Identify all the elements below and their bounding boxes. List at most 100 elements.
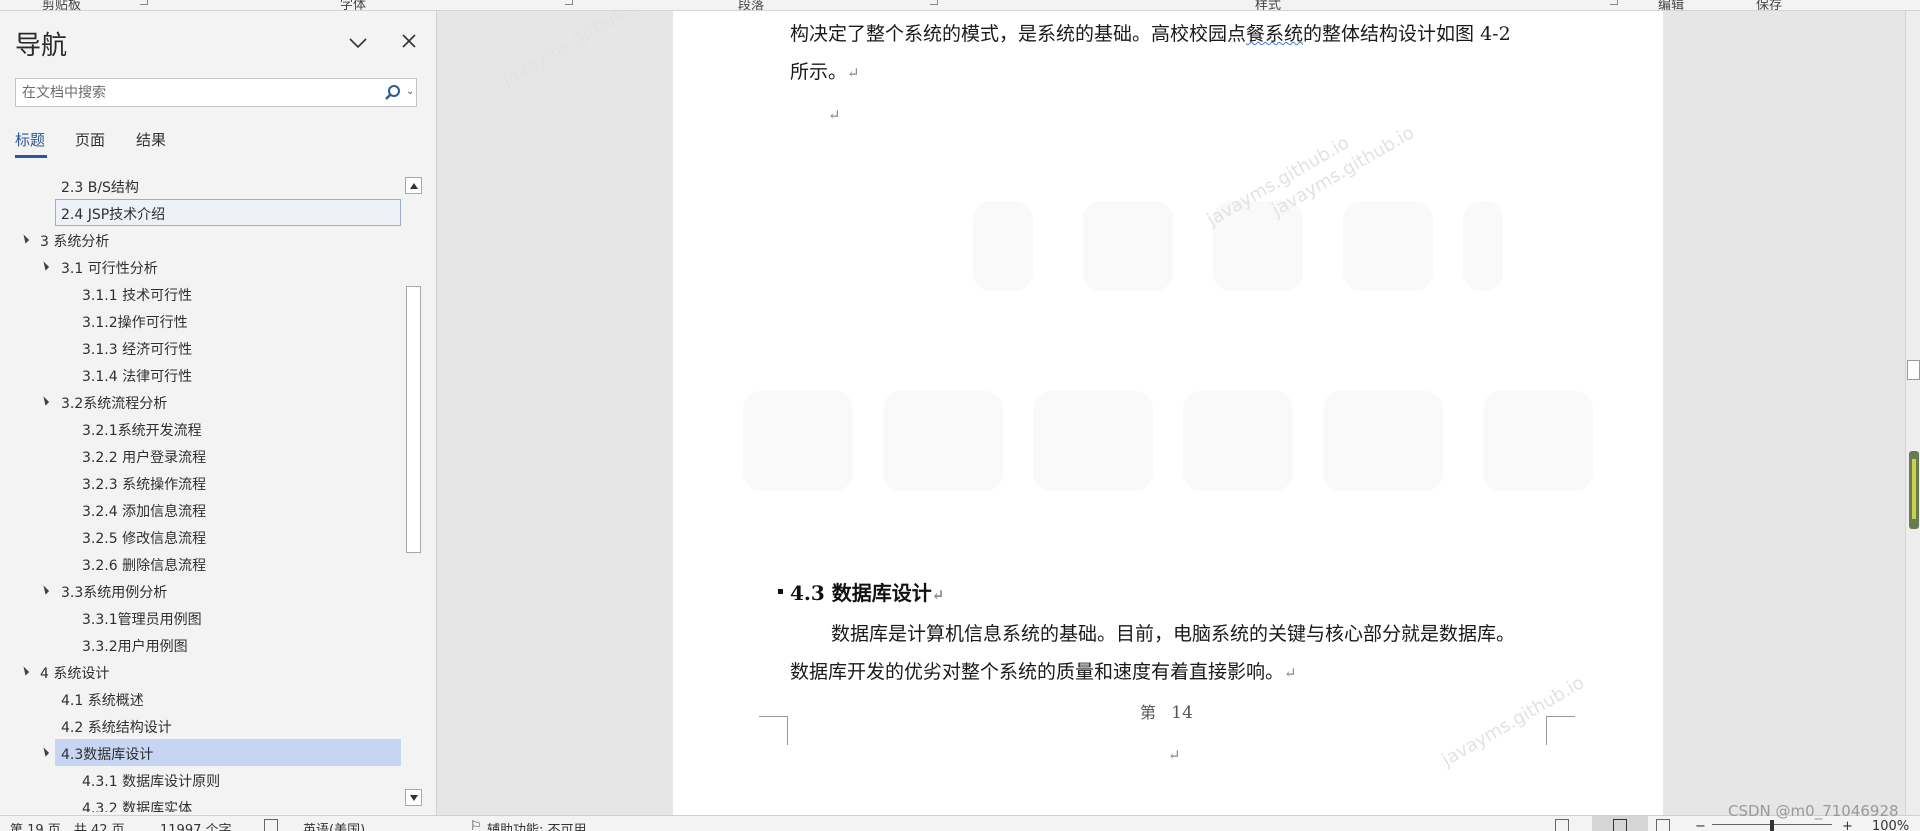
tab-pages[interactable]: 页面 (75, 129, 105, 150)
tree-item[interactable]: 3.2系统流程分析 (0, 388, 404, 415)
paragraph-line: 数据库是计算机信息系统的基础。目前，电脑系统的关键与核心部分就是数据库。 (831, 623, 1516, 645)
tree-item-label: 3.2.2 用户登录流程 (82, 450, 207, 466)
tree-item-label: 3.2.3 系统操作流程 (82, 477, 207, 493)
tree-item[interactable]: 3 系统分析 (0, 226, 404, 253)
print-layout-button[interactable] (1592, 816, 1648, 831)
watermark: javayms.github.io (498, 11, 648, 91)
empty-paragraph: ↵ (828, 103, 841, 125)
tree-item-label: 3.3系统用例分析 (61, 585, 168, 601)
ribbon-group-save: 保存 (1756, 0, 1783, 11)
tree-item-label: 4.3.2 数据库实体 (82, 801, 193, 812)
paragraph-mark: ↵ (931, 586, 945, 604)
tree-item-label: 3.1.1 技术可行性 (82, 288, 193, 304)
navigation-scroll-thumb[interactable] (406, 286, 421, 553)
scroll-up-icon[interactable] (405, 177, 422, 194)
tree-item[interactable]: 3.2.5 修改信息流程 (0, 523, 404, 550)
styles-launcher-icon[interactable] (1610, 0, 1618, 5)
ribbon-group-paragraph: 段落 (738, 0, 765, 11)
search-options-chevron-icon[interactable]: ⌄ (406, 86, 416, 100)
tree-item[interactable]: 2.3 B/S结构 (0, 172, 404, 199)
document-scrollbar[interactable] (1905, 11, 1920, 815)
tree-item-label: 3.1.4 法律可行性 (82, 369, 193, 385)
page-number-footer: 第 14 (1140, 703, 1193, 723)
tab-results[interactable]: 结果 (136, 129, 166, 150)
spelling-flagged-word[interactable]: 餐系统 (1246, 23, 1303, 45)
tree-item[interactable]: 3.3.1管理员用例图 (0, 604, 404, 631)
tree-item-label: 3.2.6 删除信息流程 (82, 558, 207, 574)
tree-item[interactable]: 4 系统设计 (0, 658, 404, 685)
tree-item[interactable]: 3.3系统用例分析 (0, 577, 404, 604)
read-mode-icon[interactable] (1555, 819, 1569, 831)
tab-headings[interactable]: 标题 (15, 129, 45, 150)
csdn-credit: CSDN @m0_71046928 (1728, 802, 1899, 820)
tree-item-label: 2.4 JSP技术介绍 (61, 207, 166, 223)
search-icon[interactable] (384, 84, 402, 102)
word-count-status[interactable]: 11997 个字 (160, 819, 232, 831)
zoom-level[interactable]: 100% (1872, 819, 1909, 831)
tree-item-label: 3.3.2用户用例图 (82, 639, 188, 655)
tree-item[interactable]: 4.2 系统结构设计 (0, 712, 404, 739)
paragraph-mark: ↵ (847, 64, 860, 82)
paragraph-launcher-icon[interactable] (930, 0, 938, 5)
section-heading[interactable]: 4.3 数据库设计↵ (778, 577, 944, 606)
tree-item[interactable]: 4.1 系统概述 (0, 685, 404, 712)
expand-triangle-icon[interactable] (39, 747, 50, 757)
page-count-status[interactable]: 第 19 页，共 42 页 (10, 819, 125, 831)
tree-item[interactable]: 3.1.1 技术可行性 (0, 280, 404, 307)
zoom-slider-knob[interactable] (1770, 820, 1774, 831)
tree-item-label: 3.1.2操作可行性 (82, 315, 188, 331)
tree-item[interactable]: 4.3.1 数据库设计原则 (0, 766, 404, 793)
figure-4-2-image[interactable]: javayms.github.io (743, 122, 1593, 511)
navigation-scrollbar[interactable] (405, 175, 422, 809)
tree-item[interactable]: 3.1.2操作可行性 (0, 307, 404, 334)
tree-item[interactable]: 3.3.2用户用例图 (0, 631, 404, 658)
paragraph-mark: ↵ (1284, 664, 1297, 682)
paragraph-mark: ↵ (1168, 746, 1181, 764)
zoom-in-icon[interactable]: + (1842, 819, 1853, 831)
tree-item[interactable]: 3.1 可行性分析 (0, 253, 404, 280)
web-layout-icon[interactable] (1656, 819, 1670, 831)
crop-mark-left (759, 716, 788, 745)
document-page[interactable]: 构决定了整个系统的模式，是系统的基础。高校校园点餐系统的整体结构设计如图 4-2… (673, 11, 1663, 815)
tree-item-label: 3.2.5 修改信息流程 (82, 531, 207, 547)
accessibility-status[interactable]: 辅助功能: 不可用 (487, 819, 587, 831)
clipboard-launcher-icon[interactable] (140, 0, 148, 5)
tree-item-label: 4.2 系统结构设计 (61, 720, 172, 736)
ribbon-group-clipboard: 剪贴板 (42, 0, 82, 11)
paragraph-line: 数据库开发的优劣对整个系统的质量和速度有着直接影响。↵ (790, 661, 1297, 683)
scroll-down-icon[interactable] (405, 789, 422, 806)
tree-item[interactable]: 3.1.3 经济可行性 (0, 334, 404, 361)
tree-item[interactable]: 3.2.2 用户登录流程 (0, 442, 404, 469)
tree-item[interactable]: 4.3.2 数据库实体 (0, 793, 404, 812)
font-launcher-icon[interactable] (565, 0, 573, 5)
accessibility-icon[interactable]: ⚐ (470, 819, 482, 831)
tree-item-label: 4.3数据库设计 (61, 747, 154, 763)
language-status[interactable]: 英语(美国) (303, 819, 365, 831)
ribbon-group-editing: 编辑 (1658, 0, 1685, 11)
expand-triangle-icon[interactable] (39, 396, 50, 406)
expand-triangle-icon[interactable] (39, 261, 50, 271)
tree-item[interactable]: 3.1.4 法律可行性 (0, 361, 404, 388)
proofing-icon[interactable] (264, 819, 278, 831)
navigation-pane: 导航 ⌄ 标题 页面 结果 2.3 B/S结构 2.4 JSP技术介绍 3 系统分析… (0, 11, 437, 815)
expand-triangle-icon[interactable] (19, 234, 30, 244)
scroll-widget-icon[interactable] (1909, 451, 1919, 529)
expand-triangle-icon[interactable] (19, 666, 30, 676)
close-icon[interactable] (397, 29, 421, 53)
expand-triangle-icon[interactable] (39, 585, 50, 595)
ribbon-group-font: 字体 (340, 0, 367, 11)
tree-item[interactable]: 3.2.1系统开发流程 (0, 415, 404, 442)
tree-item[interactable]: 3.2.6 删除信息流程 (0, 550, 404, 577)
tree-item-label: 3.2.4 添加信息流程 (82, 504, 207, 520)
tree-item[interactable]: 2.4 JSP技术介绍 (0, 199, 404, 226)
ribbon-group-labels: 剪贴板 字体 段落 样式 编辑 保存 (0, 0, 1920, 11)
search-box: ⌄ (15, 78, 417, 107)
tree-item[interactable]: 3.2.3 系统操作流程 (0, 469, 404, 496)
tree-item[interactable]: 4.3数据库设计 (0, 739, 404, 766)
document-scroll-thumb[interactable] (1907, 360, 1920, 380)
zoom-out-icon[interactable]: − (1695, 819, 1706, 831)
tree-item-label: 3.1.3 经济可行性 (82, 342, 193, 358)
chevron-down-icon[interactable] (346, 31, 370, 55)
search-input[interactable] (22, 83, 372, 103)
tree-item[interactable]: 3.2.4 添加信息流程 (0, 496, 404, 523)
